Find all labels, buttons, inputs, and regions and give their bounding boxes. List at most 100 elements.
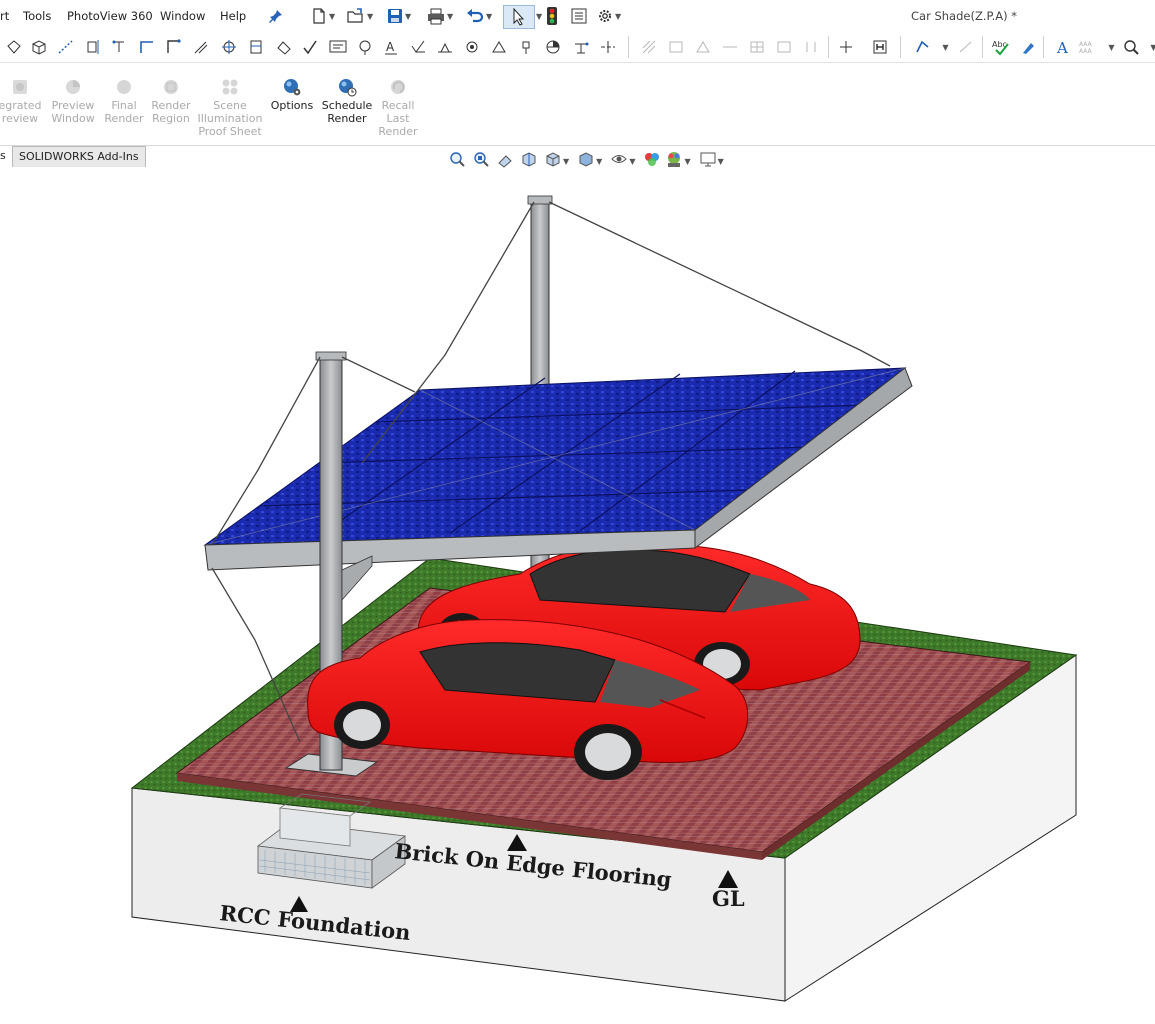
auxiliary-view-icon[interactable]	[55, 36, 77, 58]
integrated-preview-icon	[13, 80, 27, 94]
chevron-down-icon[interactable]: ▼	[329, 12, 335, 21]
chevron-down-icon[interactable]: ▼	[405, 12, 411, 21]
magnetic-line-icon	[719, 36, 741, 58]
section-view-icon[interactable]	[82, 36, 104, 58]
chevron-down-icon[interactable]: ▼	[1100, 36, 1122, 58]
chevron-down-icon[interactable]: ▼	[563, 157, 569, 166]
menu-help[interactable]: Help	[220, 9, 246, 23]
linear-note-pattern-icon[interactable]	[354, 36, 376, 58]
edit-appearance-icon[interactable]	[643, 150, 661, 172]
file-properties-icon[interactable]	[570, 5, 588, 27]
options-button[interactable]: Options	[268, 77, 316, 112]
format-painter-icon[interactable]	[299, 36, 321, 58]
chevron-down-icon[interactable]: ▼	[1142, 36, 1155, 58]
chevron-down-icon[interactable]: ▼	[629, 157, 635, 166]
section-view-hud-icon[interactable]	[520, 150, 538, 172]
dimension-palette-icon[interactable]	[869, 36, 891, 58]
projected-view-icon[interactable]	[28, 36, 50, 58]
label-ground-level: GL	[712, 886, 745, 911]
open-folder-icon[interactable]: ▼	[346, 5, 373, 27]
render-tools-ribbon: egrated review Preview Window Final Rend…	[0, 63, 1155, 146]
tab-solidworks-add-ins[interactable]: SOLIDWORKS Add-Ins	[12, 146, 146, 167]
surface-finish-icon[interactable]	[407, 36, 429, 58]
chevron-down-icon[interactable]: ▼	[367, 12, 373, 21]
toolbar-separator	[982, 36, 983, 58]
integrated-preview-label: egrated review	[0, 99, 42, 125]
note-icon[interactable]	[327, 36, 349, 58]
graphics-area[interactable]: RCC Foundation Brick On Edge Flooring GL	[0, 170, 1155, 1020]
apply-scene-icon[interactable]	[665, 150, 683, 172]
save-icon[interactable]: ▼	[386, 5, 411, 27]
display-style-icon[interactable]	[577, 150, 595, 172]
render-region-label: Render Region	[151, 99, 191, 125]
format-brush-icon[interactable]	[1017, 36, 1039, 58]
blocks-icon[interactable]	[570, 36, 592, 58]
zoom-to-fit-icon[interactable]	[448, 150, 466, 172]
detail-view-icon[interactable]	[108, 36, 130, 58]
text-font-icon[interactable]: A	[1052, 36, 1074, 58]
zoom-icon[interactable]	[1120, 36, 1142, 58]
sketch-inference-icon	[955, 36, 977, 58]
chevron-down-icon[interactable]: ▼	[934, 36, 956, 58]
select-pointer-icon[interactable]	[503, 5, 535, 29]
chevron-down-icon[interactable]: ▼	[596, 157, 602, 166]
centerline-icon[interactable]	[597, 36, 619, 58]
chevron-down-icon[interactable]: ▼	[486, 12, 492, 21]
datum-feature-icon[interactable]	[515, 36, 537, 58]
menu-photoview-360[interactable]: PhotoView 360	[67, 9, 153, 23]
menu-tools[interactable]: Tools	[23, 9, 51, 23]
previous-view-icon[interactable]	[496, 150, 514, 172]
sketch-tools-icon[interactable]	[912, 36, 934, 58]
print-icon[interactable]: ▼	[426, 5, 453, 27]
hide-show-items-icon[interactable]	[610, 150, 628, 172]
menu-window[interactable]: Window	[160, 9, 205, 23]
crop-view-icon[interactable]	[163, 36, 185, 58]
chevron-down-icon[interactable]: ▼	[718, 157, 724, 166]
smart-dimension-icon[interactable]	[218, 36, 240, 58]
scene-illumination-proof-sheet-button[interactable]: Scene Illumination Proof Sheet	[197, 77, 263, 138]
geometric-tolerance-icon[interactable]	[488, 36, 510, 58]
toolbar-separator	[900, 36, 901, 58]
chevron-down-icon[interactable]: ▼	[615, 12, 621, 21]
datum-target-icon[interactable]	[542, 36, 564, 58]
weld-symbol-icon[interactable]	[434, 36, 456, 58]
preview-window-label: Preview Window	[51, 99, 95, 125]
alternate-position-icon[interactable]	[190, 36, 212, 58]
spell-check-icon[interactable]	[273, 36, 295, 58]
model-items-icon[interactable]	[245, 36, 267, 58]
recall-last-render-label: Recall Last Render	[378, 99, 418, 138]
bom-icon	[773, 36, 795, 58]
document-title: Car Shade(Z.P.A) *	[911, 9, 1018, 23]
rebuild-traffic-light-icon[interactable]	[545, 5, 559, 27]
final-render-button[interactable]: Final Render	[101, 77, 147, 125]
zoom-to-area-icon[interactable]	[472, 150, 490, 172]
options-gear-icon[interactable]: ▼	[596, 5, 621, 27]
view-orientation-icon[interactable]	[544, 150, 562, 172]
car-shade-model: RCC Foundation Brick On Edge Flooring GL	[130, 195, 1078, 1002]
hole-callout-icon[interactable]	[461, 36, 483, 58]
chevron-down-icon[interactable]: ▼	[684, 157, 690, 166]
schedule-render-label: Schedule Render	[321, 99, 373, 125]
broken-out-section-icon[interactable]	[136, 36, 158, 58]
balloon-icon[interactable]: A	[380, 36, 402, 58]
move-entities-icon[interactable]	[835, 36, 857, 58]
pin-icon[interactable]	[268, 5, 284, 27]
undo-icon[interactable]: ▼	[465, 5, 492, 27]
tab-render-tools[interactable]: s	[0, 146, 6, 166]
proof-sheet-icon	[222, 79, 238, 95]
text-scale-icon: AAA AAA	[1078, 36, 1100, 58]
view-settings-icon[interactable]	[699, 150, 717, 172]
spell-checker-icon[interactable]: Abc	[990, 36, 1012, 58]
model-view-icon[interactable]	[3, 36, 25, 58]
new-document-icon[interactable]: ▼	[310, 5, 335, 27]
chevron-down-icon[interactable]: ▼	[535, 5, 542, 27]
integrated-preview-button[interactable]: egrated review	[0, 77, 48, 125]
revision-symbol-icon	[692, 36, 714, 58]
schedule-render-button[interactable]: Schedule Render	[320, 77, 374, 125]
menu-bar: rt Tools PhotoView 360 Window Help ▼ ▼ ▼…	[0, 0, 1155, 32]
menu-insert[interactable]: rt	[0, 9, 9, 23]
render-region-button[interactable]: Render Region	[146, 77, 196, 125]
preview-window-button[interactable]: Preview Window	[46, 77, 100, 125]
chevron-down-icon[interactable]: ▼	[447, 12, 453, 21]
recall-last-render-button[interactable]: Recall Last Render	[375, 77, 421, 138]
